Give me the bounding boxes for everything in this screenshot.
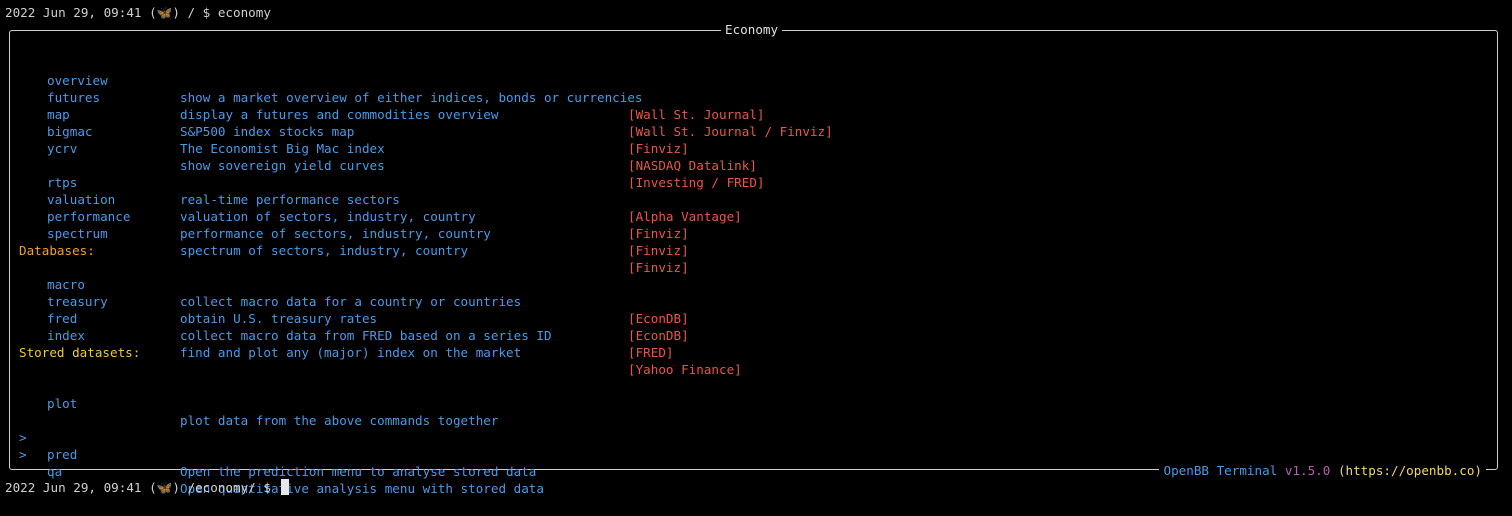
prompt-datetime: 2022 Jun 29, 09:41 xyxy=(5,480,142,495)
prompt-bottom[interactable]: 2022 Jun 29, 09:41 (🦋) /economy/ $ xyxy=(5,479,289,496)
command-source: [EconDB] xyxy=(628,328,689,343)
prompt-top: 2022 Jun 29, 09:41 (🦋) / $ economy xyxy=(5,5,271,20)
menu-name[interactable]: pred xyxy=(47,446,77,463)
section-stored-datasets: Stored datasets: xyxy=(19,345,141,360)
command-desc: find and plot any (major) index on the m… xyxy=(180,345,522,360)
submenu-arrow-icon: > xyxy=(19,447,27,462)
command-row-performance[interactable]: performance performance of sectors, indu… xyxy=(0,191,1512,258)
command-name[interactable]: index xyxy=(47,327,85,344)
command-row-fred[interactable]: fred collect macro data from FRED based … xyxy=(0,293,1512,360)
command-name[interactable]: spectrum xyxy=(47,225,108,242)
command-desc: performance of sectors, industry, countr… xyxy=(180,226,491,241)
menu-row-pred[interactable]: > pred Open the prediction menu to analy… xyxy=(0,412,1512,479)
butterfly-icon: 🦋 xyxy=(156,5,173,20)
prompt-path: / $ economy xyxy=(187,5,271,20)
menu-name[interactable]: qa xyxy=(47,463,62,480)
butterfly-icon: 🦋 xyxy=(156,480,173,495)
command-source: [FRED] xyxy=(628,345,674,360)
command-row-index[interactable]: index find and plot any (major) index on… xyxy=(0,310,1512,377)
menu-row-qa[interactable]: > qa Open quantitative analysis menu wit… xyxy=(0,429,1512,496)
command-source: [Yahoo Finance] xyxy=(628,362,742,377)
command-row-futures[interactable]: futures display a futures and commoditie… xyxy=(0,72,1512,139)
command-row-valuation[interactable]: valuation valuation of sectors, industry… xyxy=(0,174,1512,241)
command-row-map[interactable]: map S&P500 index stocks map [Finviz] xyxy=(0,89,1512,156)
command-row-macro[interactable]: macro collect macro data for a country o… xyxy=(0,259,1512,326)
command-source: [Finviz] xyxy=(628,226,689,241)
command-desc: spectrum of sectors, industry, country xyxy=(180,243,469,258)
command-row-bigmac[interactable]: bigmac The Economist Big Mac index [NASD… xyxy=(0,106,1512,173)
prompt-datetime: 2022 Jun 29, 09:41 xyxy=(5,5,142,20)
command-source: [Finviz] xyxy=(628,243,689,258)
menu-desc: Open the prediction menu to analyse stor… xyxy=(180,464,537,479)
section-databases: Databases: xyxy=(19,243,95,258)
text-cursor[interactable] xyxy=(280,479,289,495)
command-desc: The Economist Big Mac index xyxy=(180,141,385,156)
command-row-overview[interactable]: overview show a market overview of eithe… xyxy=(0,55,1512,122)
prompt-path: /economy/ $ xyxy=(187,480,271,495)
command-name[interactable]: plot xyxy=(47,395,77,412)
panel-footer: OpenBB Terminal v1.5.0 (https://openbb.c… xyxy=(1159,462,1486,479)
command-row-spectrum[interactable]: spectrum spectrum of sectors, industry, … xyxy=(0,208,1512,275)
command-row-treasury[interactable]: treasury obtain U.S. treasury rates [Eco… xyxy=(0,276,1512,343)
command-row-ycrv[interactable]: ycrv show sovereign yield curves [Invest… xyxy=(0,123,1512,190)
footer-openbb: OpenBB xyxy=(1163,463,1209,478)
footer-version: v1.5.0 xyxy=(1284,463,1331,478)
command-row-plot[interactable]: plot plot data from the above commands t… xyxy=(0,378,1512,428)
command-name[interactable]: ycrv xyxy=(47,140,77,157)
command-row-rtps[interactable]: rtps real-time performance sectors [Alph… xyxy=(0,157,1512,224)
panel-title: Economy xyxy=(721,21,783,38)
command-source: [Finviz] xyxy=(628,141,689,156)
footer-url-link[interactable]: (https://openbb.co) xyxy=(1338,463,1482,478)
command-desc: collect macro data from FRED based on a … xyxy=(180,328,552,343)
footer-terminal: Terminal xyxy=(1216,463,1278,478)
